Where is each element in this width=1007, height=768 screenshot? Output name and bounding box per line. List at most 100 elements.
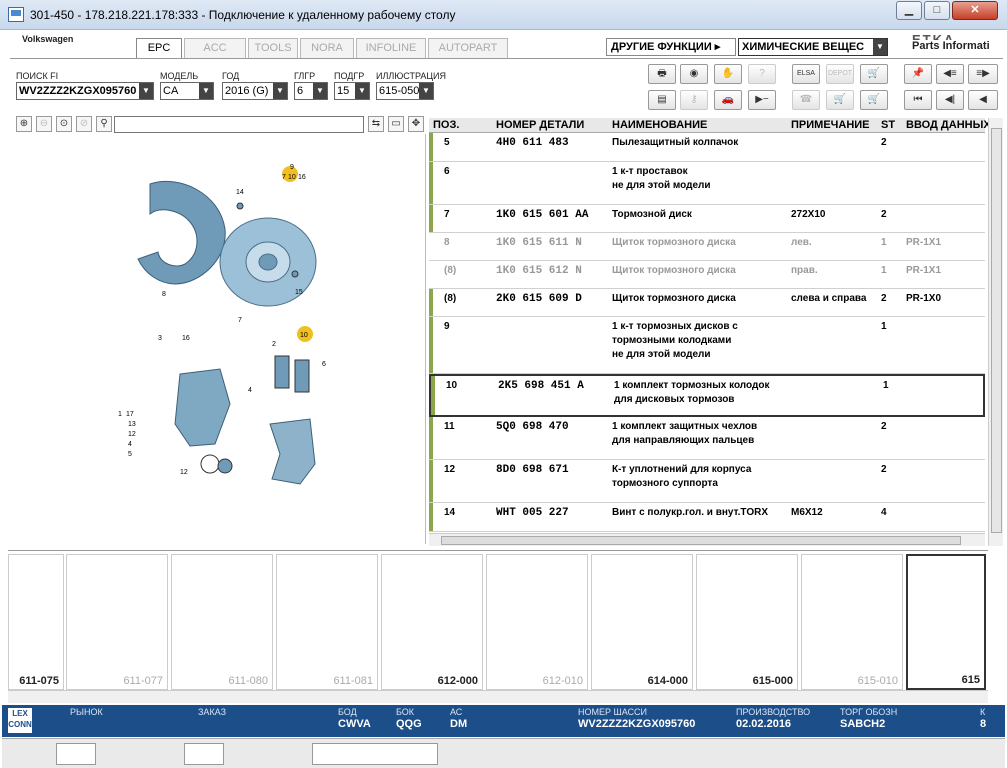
thumbnail-label: 615-010	[857, 675, 898, 687]
tab-autopart[interactable]: AUTOPART	[428, 38, 508, 58]
tab-tools[interactable]: TOOLS	[248, 38, 298, 58]
model-select[interactable]: CA ▼	[160, 82, 214, 100]
thumbnail-scrollbar[interactable]	[8, 690, 988, 703]
cart-disabled-button[interactable]: 🛒	[826, 90, 854, 110]
table-row[interactable]: (8) 1K0 615 612 N Щиток тормозного диска пр…	[429, 261, 985, 289]
phone-button[interactable]: ☎	[792, 90, 820, 110]
list-back-button[interactable]: ◀≡	[936, 64, 964, 84]
list-forward-button[interactable]: ≡▶	[968, 64, 998, 84]
cart-button[interactable]: 🛒	[860, 90, 888, 110]
table-row[interactable]: 6 1 к-т проставок не для этой модели	[429, 162, 985, 205]
row-pos: (8)	[444, 265, 457, 276]
elsa-button[interactable]: ELSA	[792, 64, 820, 84]
row-number: 4H0 611 483	[496, 137, 569, 149]
key-button[interactable]: ⚷	[680, 90, 708, 110]
row-number: 1K0 615 611 N	[496, 237, 582, 249]
maximize-button[interactable]: □	[924, 1, 950, 20]
help-button[interactable]: ?	[748, 64, 776, 84]
thumbnail-611-075[interactable]: 611-075	[8, 554, 64, 690]
camera-button[interactable]: ◉	[680, 64, 708, 84]
thumbnail-612-000[interactable]: 612-000	[381, 554, 483, 690]
zoom-search-input[interactable]	[114, 116, 364, 133]
zoom-reset-icon[interactable]: ⊘	[76, 116, 92, 132]
thumbnail-615-010[interactable]: 615-010	[801, 554, 903, 690]
table-row[interactable]: 5 4H0 611 483 Пылезащитный колпачок 2	[429, 133, 985, 162]
move-icon[interactable]: ✥	[408, 116, 424, 132]
taskbar-item[interactable]	[184, 743, 224, 765]
col-date-header[interactable]: ВВОД ДАННЫХ	[906, 119, 991, 131]
search-icon[interactable]: ⚲	[96, 116, 112, 132]
table-row[interactable]: 7 1K0 615 601 AA Тормозной диск 272X10 2	[429, 205, 985, 233]
main-group-select[interactable]: 6 ▼	[294, 82, 328, 100]
table-row[interactable]: 14 WHT 005 227 Винт с полукр.гол. и внут.T…	[429, 503, 985, 532]
single-view-icon[interactable]: ▭	[388, 116, 404, 132]
vehicle-button[interactable]: 🚗	[714, 90, 742, 110]
taskbar-item[interactable]	[312, 743, 438, 765]
depot-button[interactable]: DEPOT	[826, 64, 854, 84]
diagram-label: 7	[238, 317, 242, 324]
row-note: лев.	[791, 237, 812, 248]
model-label: МОДЕЛЬ	[160, 71, 199, 81]
table-row[interactable]: (8) 2K0 615 609 D Щиток тормозного диска сл…	[429, 289, 985, 317]
illustration-panel[interactable]: 9 7 10 16 14 8 7 15 10 3 16 2 6 4 1 17 1…	[10, 134, 426, 544]
col-name-header[interactable]: НАИМЕНОВАНИЕ	[612, 119, 707, 131]
window-title-bar: 301-450 - 178.218.221.178:333 - Подключе…	[0, 0, 1007, 30]
table-row[interactable]: 12 8D0 698 671 К-т уплотнений для корпуса …	[429, 460, 985, 503]
row-st: 1	[881, 265, 887, 276]
parts-table: 5 4H0 611 483 Пылезащитный колпачок 2 6 1 к-…	[429, 133, 985, 533]
scroll-thumb[interactable]	[991, 128, 1002, 533]
col-pos-header[interactable]: ПОЗ.	[433, 119, 459, 131]
table-row-selected[interactable]: 10 2K5 698 451 A 1 комплект тормозных коло…	[429, 374, 985, 417]
other-functions-label[interactable]: ДРУГИЕ ФУНКЦИИ ▸	[606, 38, 736, 56]
zoom-out-icon[interactable]: ⊖	[36, 116, 52, 132]
close-button[interactable]: ✕	[952, 1, 998, 20]
window-title: 301-450 - 178.218.221.178:333 - Подключе…	[30, 8, 456, 22]
split-view-icon[interactable]: ⇆	[368, 116, 384, 132]
first-page-button[interactable]: ⏮	[904, 90, 932, 110]
previous-page-button[interactable]: ◀|	[936, 90, 964, 110]
tab-epc[interactable]: EPC	[136, 38, 182, 59]
tab-acc[interactable]: ACC	[184, 38, 246, 58]
functions-select[interactable]: ХИМИЧЕСКИЕ ВЕЩЕС ▼	[738, 38, 888, 56]
thumbnail-label: 611-081	[333, 675, 373, 687]
zoom-in-icon[interactable]: ⊕	[16, 116, 32, 132]
thumbnail-611-077[interactable]: 611-077	[66, 554, 168, 690]
thumbnail-label: 615	[961, 674, 980, 686]
thumbnail-615-000[interactable]: 615-000	[696, 554, 798, 690]
year-select[interactable]: 2016 (G) ▼	[222, 82, 288, 100]
table-horizontal-scrollbar[interactable]	[429, 533, 985, 546]
thumbnail-615-050-selected[interactable]: 615	[906, 554, 986, 690]
diagram-label: 10	[300, 332, 308, 339]
row-date: PR-1X1	[906, 265, 942, 276]
zoom-fit-icon[interactable]: ⊙	[56, 116, 72, 132]
list-view-button[interactable]: ▤	[648, 90, 676, 110]
table-vertical-scrollbar[interactable]	[988, 118, 1003, 546]
col-note-header[interactable]: ПРИМЕЧАНИЕ	[791, 119, 870, 131]
col-number-header[interactable]: НОМЕР ДЕТАЛИ	[496, 119, 584, 131]
handshake-button[interactable]: ✋	[714, 64, 742, 84]
carrier-shape	[269, 418, 316, 485]
cart-add-button[interactable]: 🛒	[860, 64, 888, 84]
previous-button[interactable]: ◀	[968, 90, 998, 110]
tab-nora[interactable]: NORA	[300, 38, 354, 58]
row-number: 2K0 615 609 D	[496, 293, 582, 305]
thumbnail-614-000[interactable]: 614-000	[591, 554, 693, 690]
table-row[interactable]: 8 1K0 615 611 N Щиток тормозного диска лев.…	[429, 233, 985, 261]
print-button[interactable]: 🖶	[648, 64, 676, 84]
table-row[interactable]: 9 1 к-т тормозных дисков с тормозными кол…	[429, 317, 985, 374]
taskbar-item[interactable]	[56, 743, 96, 765]
table-row[interactable]: 11 5Q0 698 470 1 комплект защитных чехлов …	[429, 417, 985, 460]
minimize-button[interactable]: ▁	[896, 1, 922, 20]
thumbnail-612-010[interactable]: 612-010	[486, 554, 588, 690]
scroll-thumb[interactable]	[441, 536, 961, 545]
search-select[interactable]: WV2ZZZ2KZGX095760 ▼	[16, 82, 154, 100]
sub-group-select[interactable]: 15 ▼	[334, 82, 370, 100]
illustration-select[interactable]: 615-050 ▼	[376, 82, 434, 100]
diagram-label: 2	[272, 341, 276, 348]
tab-infoline[interactable]: INFOLINE	[356, 38, 426, 58]
thumbnail-611-081[interactable]: 611-081	[276, 554, 378, 690]
col-st-header[interactable]: ST	[881, 119, 895, 131]
minus-arrow-button[interactable]: ▶−	[748, 90, 776, 110]
pin-button[interactable]: 📌	[904, 64, 932, 84]
thumbnail-611-080[interactable]: 611-080	[171, 554, 273, 690]
